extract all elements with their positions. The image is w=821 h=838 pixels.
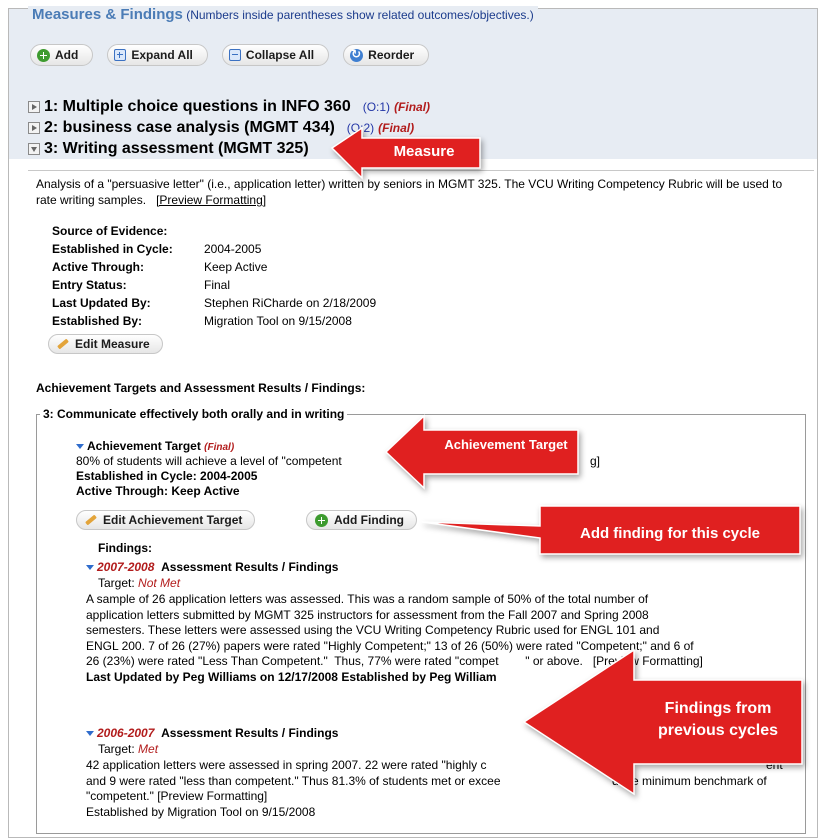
finding-line: application letters submitted by MGMT 32… [86,607,649,622]
expand-all-button[interactable]: Expand All [107,44,208,66]
target-label: Achievement Target [87,439,201,453]
expand-all-label: Expand All [131,48,193,62]
findings-label: Findings: [98,541,152,555]
add-finding-button[interactable]: Add Finding [306,510,417,530]
target-text: 80% of students will achieve a level of … [76,454,600,468]
findings-callout-text: Findings from previous cycles [657,700,779,739]
achievement-target-header[interactable]: Achievement Target (Final) [76,439,234,453]
detail-value: Keep Active [204,260,268,274]
finding-line: A sample of 26 application letters was a… [86,592,649,606]
edit-achievement-target-button[interactable]: Edit Achievement Target [76,510,256,530]
measure-title[interactable]: 3: Writing assessment (MGMT 325) [44,140,309,158]
detail-value: Final [204,278,231,292]
detail-cycle: Established in Cycle: 2004-2005 [52,242,261,256]
measure-row-3[interactable]: 3: Writing assessment (MGMT 325) [28,140,309,158]
expand-icon [114,49,127,61]
expanded-triangle-icon[interactable] [86,565,94,571]
detail-key: Entry Status: [52,278,127,292]
detail-value: Migration Tool on 9/15/2008 [204,314,352,328]
reorder-label: Reorder [368,48,415,62]
achievement-target-callout: Achievement Target [384,412,584,492]
measure-row-1[interactable]: 1: Multiple choice questions in INFO 360… [28,98,430,116]
description-text: Analysis of a "persuasive letter" (i.e.,… [36,177,783,207]
finding-heading: Assessment Results / Findings [161,726,339,740]
target-text-start: 80% of students will achieve a level of … [76,454,342,468]
expand-toggle-icon[interactable] [28,122,40,134]
edit-measure-label: Edit Measure [75,337,150,351]
achievement-target-callout-text: Achievement Target [444,437,568,452]
findings-callout: Findings from previous cycles [520,648,810,798]
add-finding-label: Add Finding [334,513,404,527]
reorder-icon [350,47,364,62]
detail-value: 2004-2005 [204,242,262,256]
edit-target-label: Edit Achievement Target [103,513,243,527]
finding-target-status: Target: Not Met [98,576,180,590]
finding-year: 2006-2007 [97,726,155,740]
pencil-icon [57,338,69,350]
detail-active: Active Through: Keep Active [52,260,267,274]
edit-measure-button[interactable]: Edit Measure [48,334,163,354]
finding-line: and 9 were rated "less than competent." … [86,773,501,788]
measure-title[interactable]: 2: business case analysis (MGMT 434) [44,119,335,137]
target-status-label: Target: [98,576,135,590]
finding-header-2007[interactable]: 2007-2008 Assessment Results / Findings [86,560,338,574]
detail-last-updated: Last Updated By: Stephen RiCharde on 2/18… [52,296,376,310]
measure-title[interactable]: 1: Multiple choice questions in INFO 360 [44,98,351,116]
detail-source: Source of Evidence: [52,224,167,238]
collapse-all-label: Collapse All [245,48,315,62]
detail-established-by: Established By: Migration Tool on 9/15/20… [52,314,352,328]
toolbar: Add Expand All Collapse All Reorder [30,44,430,66]
outcome-link[interactable]: (O:1) [363,100,390,114]
collapse-all-button[interactable]: Collapse All [221,44,330,66]
measure-callout: Measure [330,126,490,180]
targets-heading: Achievement Targets and Assessment Resul… [36,381,366,395]
finding-year: 2007-2008 [97,560,155,574]
detail-key: Active Through: [52,260,144,274]
status-final: (Final) [394,100,431,114]
target-met: Met [138,742,159,756]
preview-formatting-link[interactable]: [Preview Formatting] [156,193,266,207]
collapse-toggle-icon[interactable] [28,143,40,155]
outcome-legend: 3: Communicate effectively both orally a… [40,407,348,421]
expand-toggle-icon[interactable] [28,101,40,113]
expanded-triangle-icon[interactable] [86,731,94,737]
finding-footer: Established by Migration Tool on 9/15/20… [86,804,316,819]
detail-key: Source of Evidence: [52,224,168,238]
plus-circle-icon [315,513,328,527]
add-button[interactable]: Add [30,44,94,66]
add-finding-callout: Add finding for this cycle [410,498,810,570]
detail-key: Established in Cycle: [52,242,173,256]
finding-target-status: Target: Met [98,742,158,756]
collapse-icon [228,49,241,61]
plus-circle-icon [37,48,50,62]
add-label: Add [55,48,79,62]
measure-callout-text: Measure [393,143,455,160]
target-cycle: Established in Cycle: 2004-2005 [76,469,258,483]
add-finding-callout-text: Add finding for this cycle [579,525,760,542]
finding-line: semesters. These letters were assessed u… [86,623,660,637]
section-legend: Measures & Findings (Numbers inside pare… [28,6,538,23]
target-status: (Final) [204,442,235,453]
finding-line: 42 application letters were assessed in … [86,758,487,772]
target-active: Active Through: Keep Active [76,484,240,498]
section-title: Measures & Findings [32,6,183,23]
pencil-icon [85,514,97,526]
target-status-label: Target: [98,742,135,756]
detail-value: Stephen RiCharde on 2/18/2009 [204,296,377,310]
detail-key: Last Updated By: [52,296,151,310]
target-text-tail: g] [590,454,601,468]
target-not-met: Not Met [138,576,181,590]
expanded-triangle-icon[interactable] [76,444,84,450]
finding-header-2006[interactable]: 2006-2007 Assessment Results / Findings [86,726,338,740]
section-note: (Numbers inside parentheses show related… [186,8,534,22]
measure-description: Analysis of a "persuasive letter" (i.e.,… [36,176,806,208]
reorder-button[interactable]: Reorder [343,44,430,66]
detail-entry-status: Entry Status: Final [52,278,230,292]
detail-key: Established By: [52,314,143,328]
finding-heading: Assessment Results / Findings [161,560,339,574]
